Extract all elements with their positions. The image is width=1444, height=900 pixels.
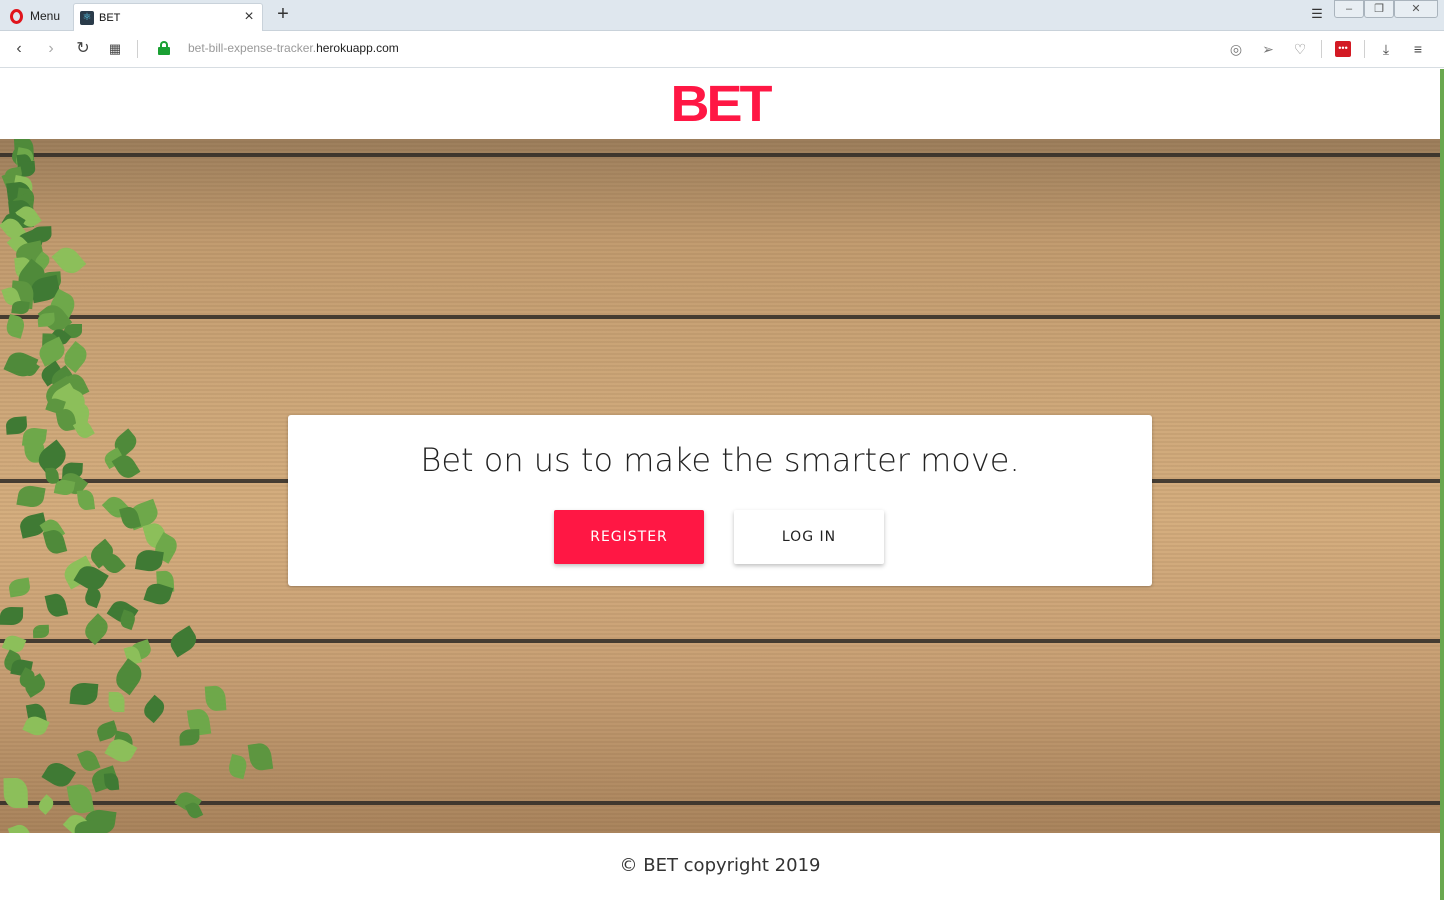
new-tab-button[interactable]: + <box>272 4 294 26</box>
ivy-leaf <box>166 625 201 658</box>
ivy-leaf <box>32 624 50 638</box>
copyright-text: © BET copyright 2019 <box>619 855 821 876</box>
tab-menu-icon[interactable]: ☰ <box>1308 6 1326 24</box>
grid-icon[interactable]: ▦ <box>105 39 125 59</box>
opera-logo-icon <box>10 8 23 24</box>
chevron-left-icon[interactable]: ‹ <box>9 39 29 59</box>
ivy-leaf <box>35 794 57 816</box>
url-path: bet-bill-expense-tracker. <box>188 41 317 55</box>
login-button[interactable]: LOG IN <box>734 510 884 564</box>
ivy-leaf <box>66 781 96 815</box>
ivy-leaf <box>0 607 23 626</box>
lock-icon[interactable] <box>158 41 170 55</box>
hero-tagline: Bet on us to make the smarter move. <box>420 441 1020 479</box>
ivy-leaf <box>11 299 30 316</box>
site-logo[interactable]: BET <box>671 78 773 129</box>
url-host: herokuapp.com <box>316 41 399 55</box>
ivy-leaf <box>140 694 169 723</box>
close-icon[interactable]: × <box>240 8 258 26</box>
extension-icon[interactable]: ••• <box>1335 41 1351 57</box>
ivy-leaf <box>247 742 274 773</box>
site-header: BET <box>0 69 1440 139</box>
ivy-leaf <box>134 547 164 573</box>
ivy-leaf <box>110 658 147 696</box>
register-button[interactable]: REGISTER <box>554 510 704 564</box>
easy-setup-icon[interactable]: ≡ <box>1408 39 1428 59</box>
address-bar: ‹ › ↻ ▦ bet-bill-expense-tracker.herokua… <box>0 31 1444 68</box>
opera-menu-button[interactable]: Menu <box>4 4 68 28</box>
divider <box>1364 40 1365 58</box>
plus-icon: + <box>277 3 289 25</box>
chevron-right-icon[interactable]: › <box>41 39 61 59</box>
ivy-leaf <box>76 488 95 511</box>
camera-icon[interactable]: ◎ <box>1226 39 1246 59</box>
site-footer: © BET copyright 2019 <box>0 833 1440 900</box>
ivy-leaf <box>7 822 34 833</box>
ivy-leaf <box>226 753 249 780</box>
hero-card: Bet on us to make the smarter move. REGI… <box>288 415 1152 586</box>
divider <box>1321 40 1322 58</box>
ivy-leaf <box>73 418 96 442</box>
download-icon[interactable]: ⤓ <box>1376 39 1396 59</box>
url-field[interactable]: bet-bill-expense-tracker.herokuapp.com <box>188 41 399 55</box>
ivy-leaf <box>80 612 114 646</box>
ivy-leaf <box>83 586 104 609</box>
ivy-leaf <box>7 576 32 597</box>
ivy-leaf <box>108 692 125 712</box>
close-window-button[interactable]: ✕ <box>1394 0 1438 18</box>
menu-label: Menu <box>30 9 61 23</box>
divider <box>137 40 138 58</box>
ivy-leaf <box>44 591 69 619</box>
send-icon[interactable]: ➢ <box>1258 39 1278 59</box>
react-favicon-icon: ⚛ <box>80 10 94 25</box>
window-controls: – ❐ ✕ <box>1334 0 1438 18</box>
ivy-leaf <box>53 478 76 498</box>
page-scrollbar[interactable] <box>1440 69 1444 900</box>
reload-icon[interactable]: ↻ <box>73 39 93 59</box>
tab-title: BET <box>99 11 121 24</box>
ivy-leaf <box>104 735 138 767</box>
ivy-leaf <box>69 681 99 706</box>
ivy-leaf <box>3 777 28 808</box>
browser-tab-bar: Menu ⚛ BET × + ☰ – ❐ ✕ <box>0 0 1444 31</box>
minimize-button[interactable]: – <box>1334 0 1364 18</box>
ivy-leaf <box>16 483 46 510</box>
ivy-leaf <box>185 800 204 821</box>
ivy-leaf <box>204 685 227 712</box>
browser-tab[interactable]: ⚛ BET × <box>73 3 263 31</box>
ivy-leaf <box>4 314 27 340</box>
ivy-leaf <box>178 728 200 746</box>
ivy-leaf <box>74 821 98 833</box>
restore-button[interactable]: ❐ <box>1364 0 1394 18</box>
heart-icon[interactable]: ♡ <box>1290 39 1310 59</box>
